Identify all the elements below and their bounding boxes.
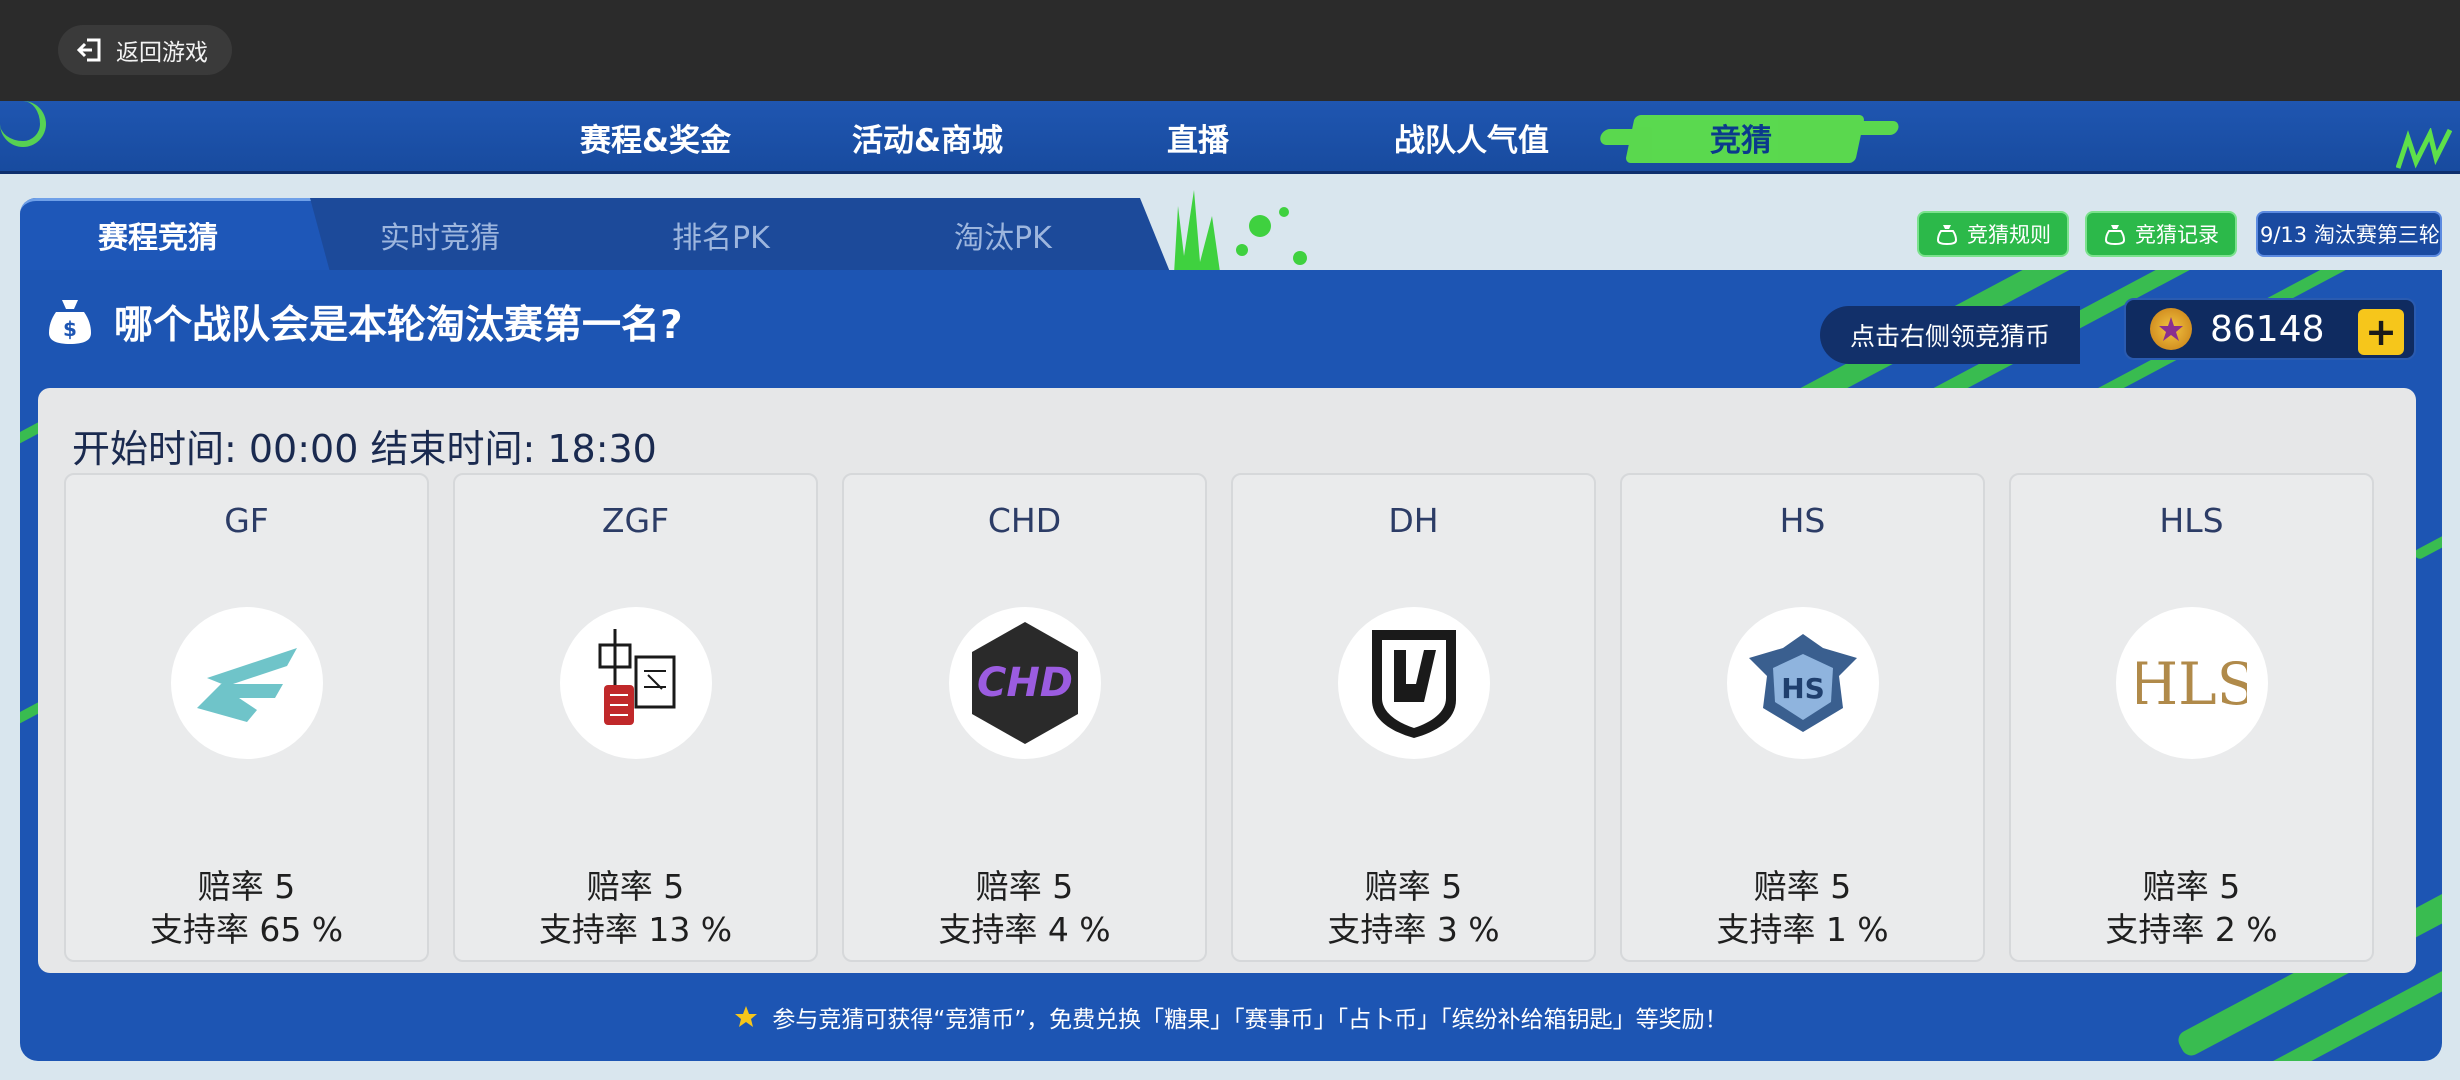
stage-select-button[interactable]: 9/13 淘汰赛第三轮 xyxy=(2256,211,2442,257)
money-bag-icon xyxy=(1936,225,1958,246)
team-support-rate: 支持率 4 % xyxy=(938,910,1111,949)
team-name: GF xyxy=(224,501,269,540)
claim-coins-hint: 点击右侧领竞猜币 xyxy=(1820,306,2081,364)
nav-item-live[interactable]: 直播 xyxy=(1167,101,1229,174)
back-label: 返回游戏 xyxy=(116,40,208,66)
corner-decoration-left xyxy=(0,101,46,147)
svg-text:HS: HS xyxy=(1781,672,1825,705)
team-card-dh[interactable]: DH 赔率 5 支持率 3 % xyxy=(1231,473,1596,962)
guess-records-button[interactable]: 竞猜记录 xyxy=(2085,211,2237,257)
team-odds: 赔率 5 xyxy=(197,867,296,906)
dh-logo-icon xyxy=(1338,607,1490,759)
main-nav: 赛程&奖金 活动&商城 直播 战队人气值 竞猜 xyxy=(0,101,2460,174)
team-odds: 赔率 5 xyxy=(2142,867,2241,906)
nav-item-events-shop[interactable]: 活动&商城 xyxy=(852,101,1003,174)
question-text: 哪个战队会是本轮淘汰赛第一名? xyxy=(114,303,683,348)
svg-text:CHD: CHD xyxy=(977,660,1073,706)
guess-actions: 竞猜规则 竞猜记录 xyxy=(1917,211,2237,257)
team-name: HS xyxy=(1779,501,1826,540)
reward-note-text: 参与竞猜可获得“竞猜币”，免费兑换「糖果」「赛事币」「占卜币」「缤纷补给箱钥匙」… xyxy=(772,1007,1728,1033)
schedule-time: 开始时间: 00:00 结束时间: 18:30 xyxy=(72,427,657,471)
team-card-zgf[interactable]: ZGF 赔率 5 支持率 13 % xyxy=(453,473,818,962)
top-bar: 返回游戏 xyxy=(0,0,2460,101)
hls-logo-icon: HLS xyxy=(2116,607,2268,759)
money-bag-icon xyxy=(2104,225,2126,246)
star-icon xyxy=(735,1006,758,1027)
corner-decoration-right xyxy=(2396,128,2452,169)
guess-coin-icon xyxy=(2150,308,2192,350)
tab-elimination-pk[interactable]: 淘汰PK xyxy=(954,198,1052,272)
guess-rules-label: 竞猜规则 xyxy=(1967,223,2051,247)
team-support-rate: 支持率 13 % xyxy=(538,910,733,949)
team-odds: 赔率 5 xyxy=(586,867,685,906)
team-support-rate: 支持率 2 % xyxy=(2105,910,2278,949)
svg-text:$: $ xyxy=(63,317,77,341)
add-coins-button[interactable]: + xyxy=(2358,309,2404,355)
exit-icon xyxy=(76,36,104,64)
guess-records-label: 竞猜记录 xyxy=(2135,223,2219,247)
tab-ranking-pk[interactable]: 排名PK xyxy=(672,198,770,272)
back-to-game-button[interactable]: 返回游戏 xyxy=(58,25,232,75)
svg-text:HLS: HLS xyxy=(2137,650,2247,718)
team-card-gf[interactable]: GF 赔率 5 支持率 65 % xyxy=(64,473,429,962)
team-name: ZGF xyxy=(601,501,670,540)
team-support-rate: 支持率 3 % xyxy=(1327,910,1500,949)
stage-label: 9/13 淘汰赛第三轮 xyxy=(2260,223,2440,247)
paint-splash-decoration xyxy=(1174,190,1307,274)
nav-item-guess[interactable]: 竞猜 xyxy=(1710,101,1772,174)
team-card-hls[interactable]: HLS HLS 赔率 5 支持率 2 % xyxy=(2009,473,2374,962)
team-name: DH xyxy=(1388,501,1439,540)
team-odds: 赔率 5 xyxy=(1364,867,1463,906)
team-odds: 赔率 5 xyxy=(975,867,1074,906)
chd-logo-icon: CHD xyxy=(949,607,1101,759)
reward-note: 参与竞猜可获得“竞猜币”，免费兑换「糖果」「赛事币」「占卜币」「缤纷补给箱钥匙」… xyxy=(20,1000,2442,1034)
team-selection-area: 开始时间: 00:00 结束时间: 18:30 GF 赔率 5 支持率 65 %… xyxy=(38,388,2416,973)
decor-stripe xyxy=(2412,509,2442,561)
gf-logo-icon xyxy=(171,607,323,759)
team-name: CHD xyxy=(987,501,1062,540)
guess-panel: $ 哪个战队会是本轮淘汰赛第一名? 点击右侧领竞猜币 86148 + 开始时间:… xyxy=(20,270,2442,1061)
team-cards: GF 赔率 5 支持率 65 % ZGF 赔率 5 支持率 13 % CHD C… xyxy=(64,473,2374,962)
money-bag-icon: $ xyxy=(49,300,91,344)
nav-item-team-popularity[interactable]: 战队人气值 xyxy=(1394,101,1549,174)
guess-rules-button[interactable]: 竞猜规则 xyxy=(1917,211,2069,257)
team-name: HLS xyxy=(2159,501,2224,540)
team-odds: 赔率 5 xyxy=(1753,867,1852,906)
tab-live-guess[interactable]: 实时竞猜 xyxy=(380,198,500,272)
team-card-hs[interactable]: HS HS 赔率 5 支持率 1 % xyxy=(1620,473,1985,962)
team-support-rate: 支持率 1 % xyxy=(1716,910,1889,949)
tab-schedule-guess[interactable]: 赛程竞猜 xyxy=(98,198,218,272)
team-support-rate: 支持率 65 % xyxy=(149,910,344,949)
hs-logo-icon: HS xyxy=(1727,607,1879,759)
coin-balance: 86148 + xyxy=(2124,298,2416,360)
zgf-logo-icon xyxy=(560,607,712,759)
coin-balance-value: 86148 xyxy=(2210,308,2325,350)
team-card-chd[interactable]: CHD CHD 赔率 5 支持率 4 % xyxy=(842,473,1207,962)
question-header: $ 哪个战队会是本轮淘汰赛第一名? xyxy=(42,294,683,350)
nav-item-schedule-prize[interactable]: 赛程&奖金 xyxy=(580,101,731,174)
guess-tab-bar: 赛程竞猜 实时竞猜 排名PK 淘汰PK xyxy=(20,198,1170,272)
